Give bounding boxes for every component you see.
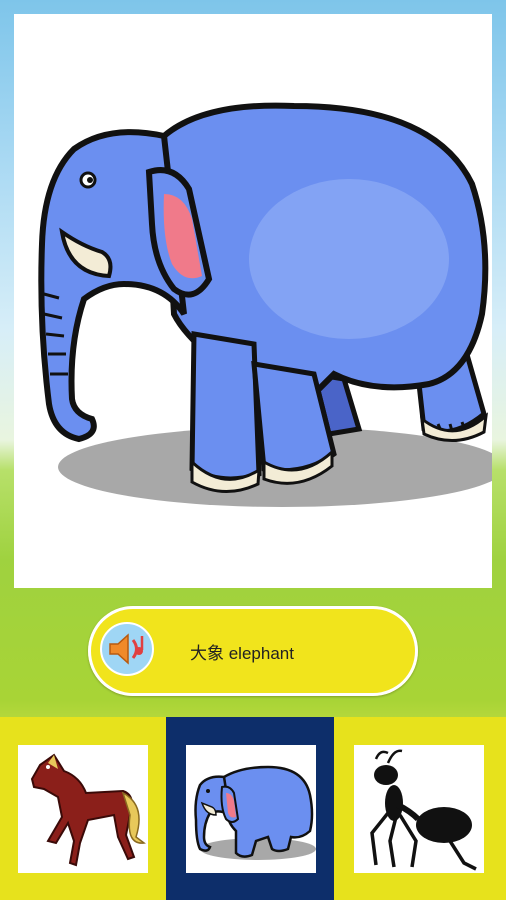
ant-icon	[370, 749, 477, 871]
elephant-icon	[194, 765, 316, 860]
choice-horse[interactable]	[0, 717, 166, 900]
choice-ant[interactable]	[334, 717, 506, 900]
ant-thumbnail	[354, 745, 484, 873]
speaker-sound-icon[interactable]	[96, 618, 158, 680]
main-picture-card	[14, 14, 492, 588]
horse-icon	[30, 753, 146, 867]
horse-thumbnail	[18, 745, 148, 873]
elephant-thumbnail	[186, 745, 316, 873]
word-label: 大象 elephant	[190, 644, 294, 663]
choice-elephant[interactable]	[166, 717, 334, 900]
elephant-icon	[38, 102, 492, 507]
